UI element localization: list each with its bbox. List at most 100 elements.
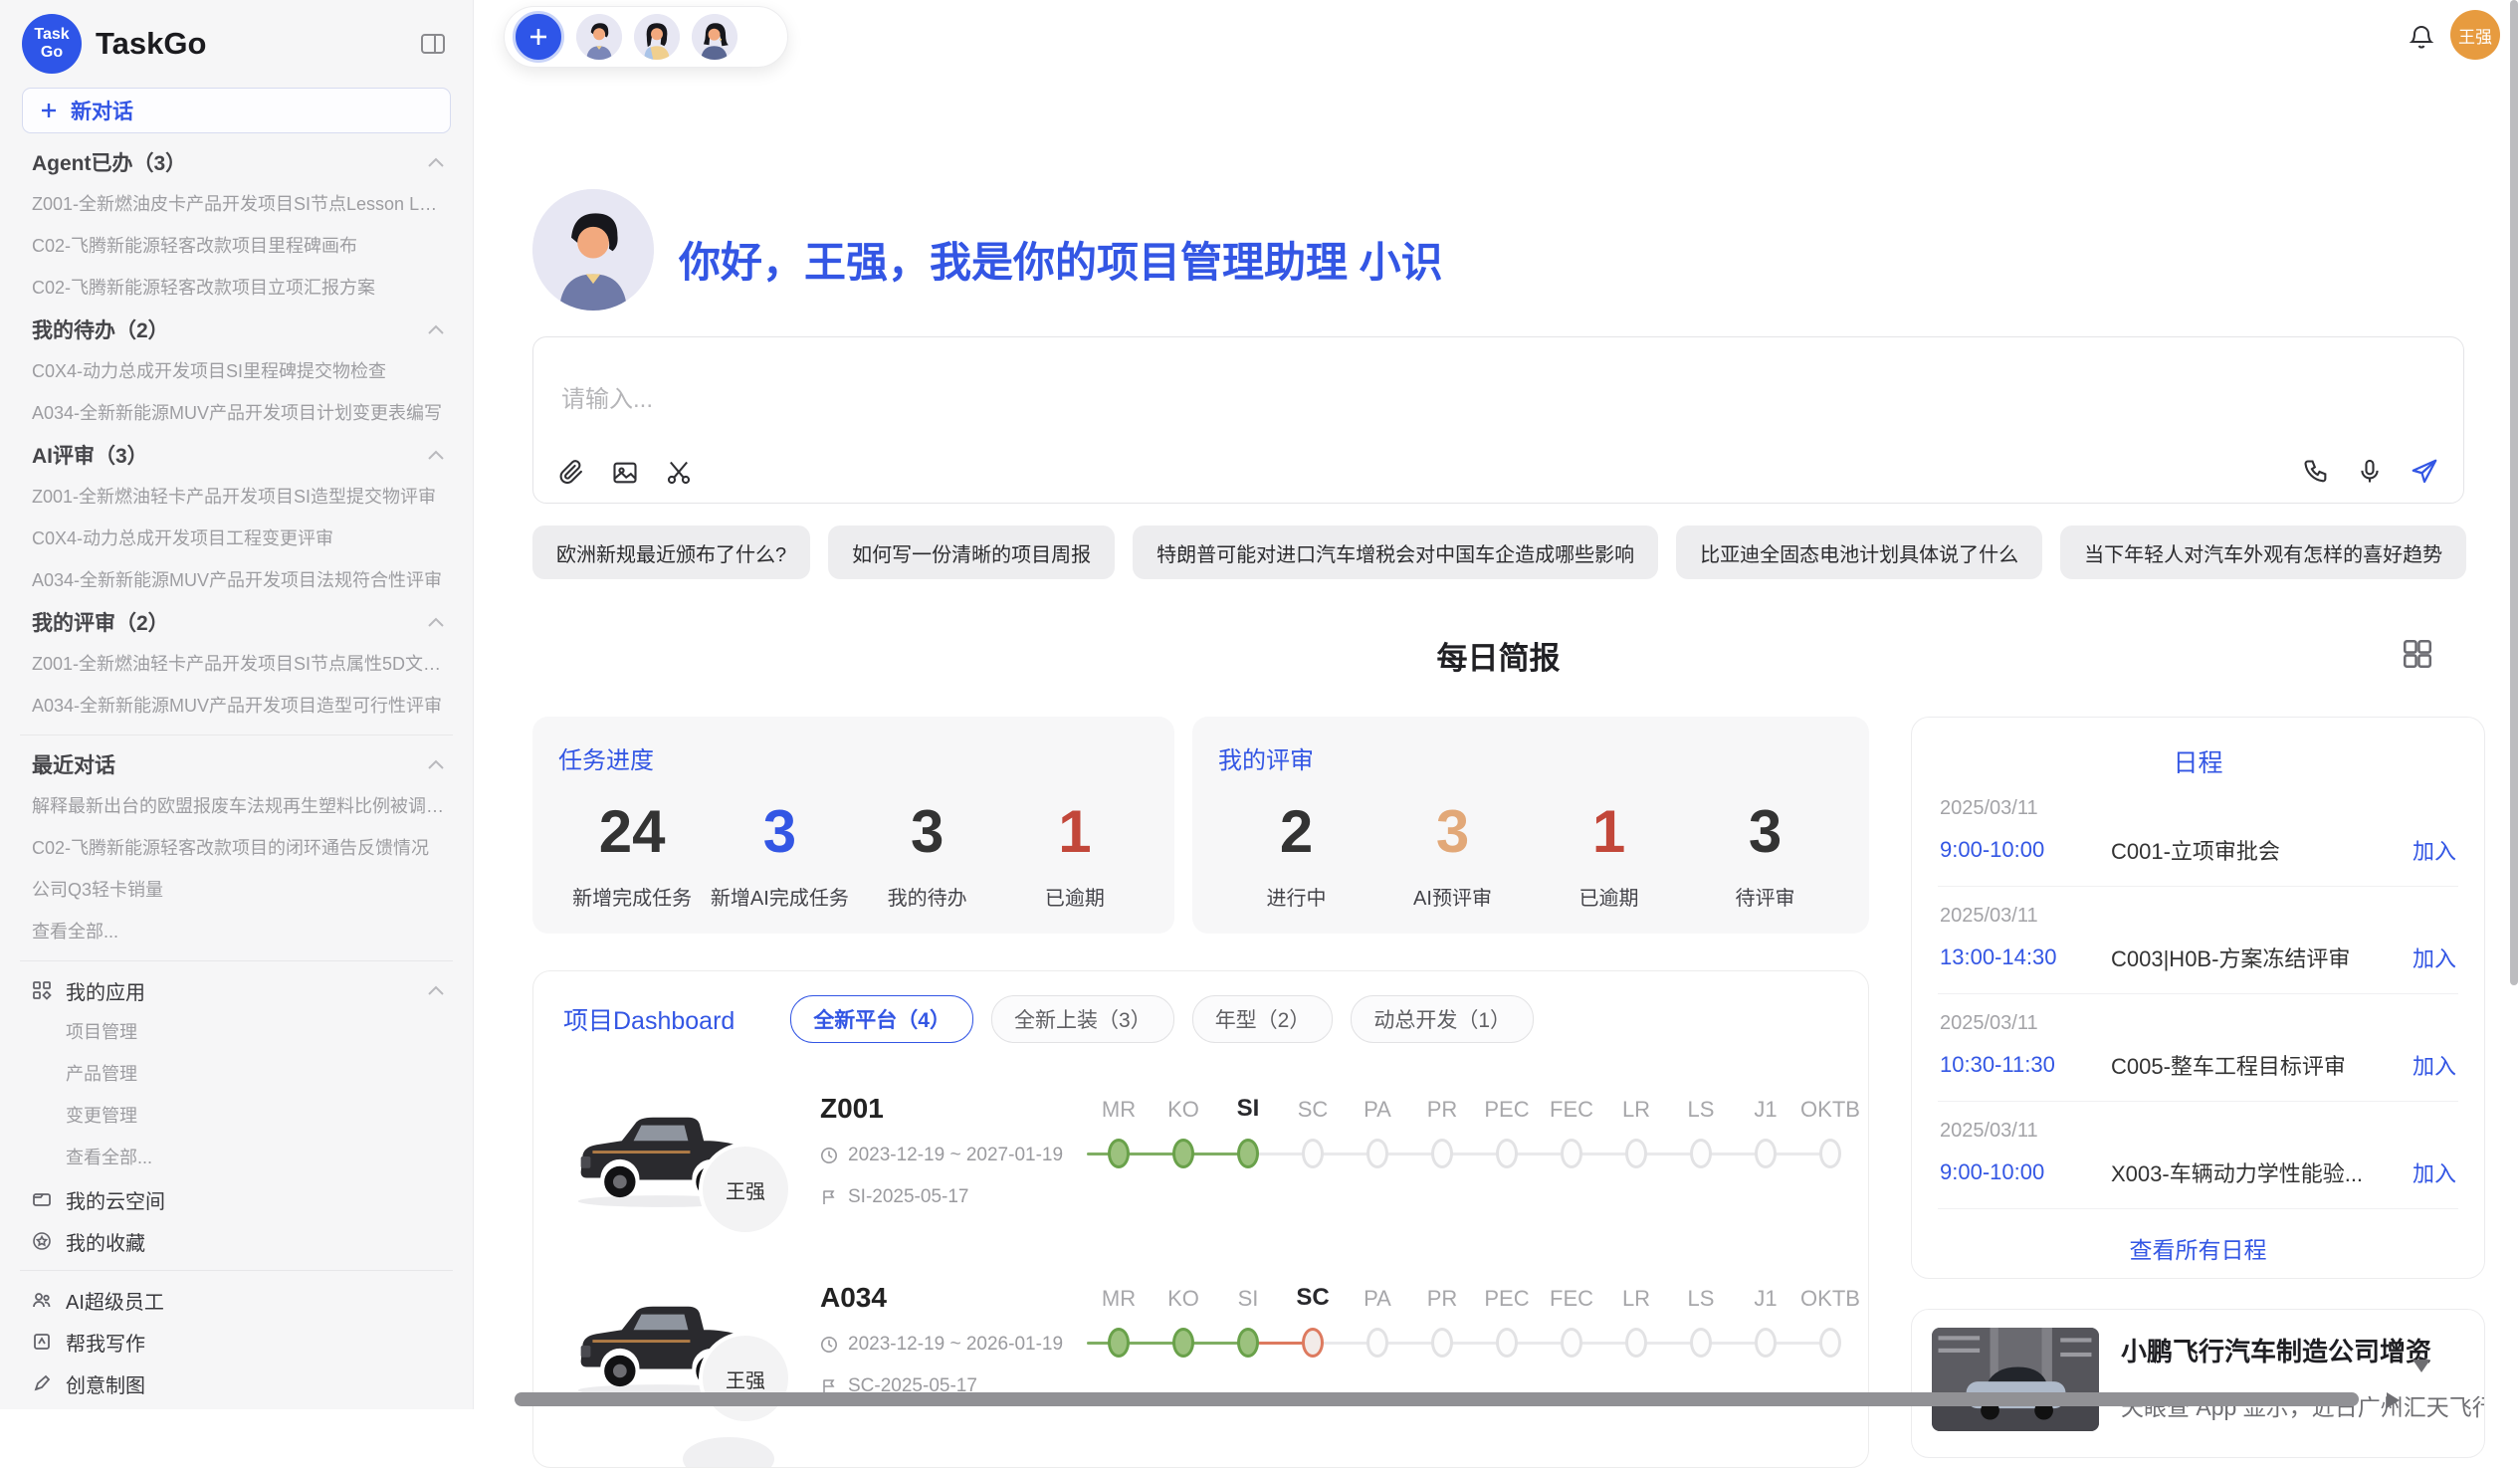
milestone-node [1561,1328,1582,1358]
list-item[interactable]: Z001-全新燃油轻卡产品开发项目SI造型提交物评审 [0,476,473,518]
tab-powertrain[interactable]: 动总开发（1） [1351,995,1534,1043]
milestone-node [1690,1139,1712,1168]
section-my-review[interactable]: 我的评审（2） [0,601,473,643]
suggestion-chip[interactable]: 特朗普可能对进口汽车增税会对中国车企造成哪些影响 [1133,525,1658,579]
metric-value: 24 [558,797,706,866]
news-card[interactable]: 小鹏飞行汽车制造公司增资 天眼查 App 显示，近日广州汇天飞行汽... [1911,1309,2485,1458]
milestone-label: PA [1346,1286,1409,1312]
milestone-node [1172,1328,1194,1358]
metric-label: 进行中 [1218,882,1374,911]
schedule-date: 2025/03/11 [1940,905,2456,928]
chevron-up-icon [427,984,445,996]
card-title: 我的评审 [1218,740,1843,775]
tab-new-body[interactable]: 全新上装（3） [991,995,1174,1043]
metric-label: AI预评审 [1374,882,1531,911]
list-item[interactable]: C0X4-动力总成开发项目工程变更评审 [0,518,473,559]
divider [20,960,453,961]
suggestion-chip[interactable]: 如何写一份清晰的项目周报 [828,525,1115,579]
send-icon[interactable] [2410,457,2439,487]
milestone-label: MR [1087,1286,1151,1312]
metric: 1 已逾期 [1001,797,1149,911]
sidebar-item-cloud-space[interactable]: 我的云空间 [0,1178,473,1220]
suggestion-chip[interactable]: 当下年轻人对汽车外观有怎样的喜好趋势 [2060,525,2466,579]
section-title: 最近对话 [32,749,115,779]
join-link[interactable]: 加入 [2413,1049,2456,1081]
horizontal-scrollbar[interactable] [515,1392,2359,1406]
section-my-apps[interactable]: 我的应用 [0,969,473,1011]
section-agent-done[interactable]: Agent已办（3） [0,141,473,183]
vertical-scrollbar[interactable] [2510,0,2518,985]
milestone-node [1496,1328,1518,1358]
new-chat-button[interactable]: 新对话 [22,88,451,133]
project-row[interactable]: 王强 A034 2023-12-19 ~ 2026-01-19 SC-2025-… [563,1274,1838,1433]
milestone-node-overdue [1302,1328,1324,1358]
list-item[interactable]: Z001-全新燃油皮卡产品开发项目SI节点Lesson Learn报告 [0,183,473,225]
collapse-sidebar-icon[interactable] [419,30,447,58]
avatar[interactable] [576,14,622,60]
avatar[interactable] [692,14,737,60]
sidebar-item-product-mgmt[interactable]: 产品管理 [0,1053,473,1095]
section-title: AI评审（3） [32,440,148,470]
sidebar-item-change-mgmt[interactable]: 变更管理 [0,1095,473,1137]
view-all-schedule-link[interactable]: 查看所有日程 [1938,1231,2458,1265]
metric-label: 待评审 [1687,882,1843,911]
join-link[interactable]: 加入 [2413,1156,2456,1188]
avatar[interactable] [634,14,680,60]
milestone-node [1237,1139,1259,1168]
attachment-icon[interactable] [557,459,585,487]
sidebar-item-ai-super-staff[interactable]: AI超级员工 [0,1279,473,1321]
chat-input[interactable] [559,385,2255,415]
milestone-node [1366,1139,1388,1168]
chevron-up-icon [427,156,445,168]
list-item[interactable]: C02-飞腾新能源轻客改款项目的闭环通告反馈情况 [0,827,473,869]
notifications-bell-icon[interactable] [2407,22,2436,52]
sidebar-item-project-mgmt[interactable]: 项目管理 [0,1011,473,1053]
section-my-todo[interactable]: 我的待办（2） [0,309,473,350]
user-avatar[interactable]: 王强 [2450,10,2500,60]
tab-model-year[interactable]: 年型（2） [1192,995,1334,1043]
section-ai-review[interactable]: AI评审（3） [0,434,473,476]
milestone-node [1237,1328,1259,1358]
sidebar-item-favorites[interactable]: 我的收藏 [0,1220,473,1262]
metric: 1 已逾期 [1531,797,1687,911]
list-item[interactable]: A034-全新新能源MUV产品开发项目造型可行性评审 [0,685,473,727]
list-item[interactable]: A034-全新新能源MUV产品开发项目计划变更表编写 [0,392,473,434]
sidebar-item-help-write[interactable]: 帮我写作 [0,1321,473,1363]
project-milestone-date: SI-2025-05-17 [848,1186,968,1208]
apps-grid-icon [32,980,52,1000]
scroll-down-arrow-icon[interactable] [2413,1360,2430,1372]
chevron-up-icon [427,449,445,461]
divider [20,734,453,735]
suggestion-chip[interactable]: 欧洲新规最近颁布了什么? [532,525,810,579]
scissors-icon[interactable] [665,459,693,487]
project-row[interactable]: 王强 Z001 2023-12-19 ~ 2027-01-19 SI-2025-… [563,1085,1838,1244]
new-chat-label: 新对话 [71,96,133,125]
list-item[interactable]: Z001-全新燃油轻卡产品开发项目SI节点属性5D文件评审 [0,643,473,685]
schedule-title: 日程 [1938,743,2458,779]
list-item[interactable]: C02-飞腾新能源轻客改款项目里程碑画布 [0,225,473,267]
view-all-chats[interactable]: 查看全部... [0,911,473,952]
tab-new-platform[interactable]: 全新平台（4） [790,995,973,1043]
microphone-icon[interactable] [2356,458,2384,486]
suggestion-chip[interactable]: 比亚迪全固态电池计划具体说了什么 [1676,525,2042,579]
list-item[interactable]: 公司Q3轻卡销量 [0,869,473,911]
join-link[interactable]: 加入 [2413,942,2456,973]
view-all-apps[interactable]: 查看全部... [0,1137,473,1178]
chevron-up-icon [427,758,445,770]
section-recent-chats[interactable]: 最近对话 [0,743,473,785]
schedule-item: 2025/03/11 13:00-14:30 C003|H0B-方案冻结评审 加… [1938,887,2458,994]
join-link[interactable]: 加入 [2413,834,2456,866]
sidebar-item-creative-draw[interactable]: 创意制图 [0,1363,473,1404]
app-logo: Task Go [22,14,82,74]
metric: 3 我的待办 [854,797,1001,911]
scroll-right-arrow-icon[interactable] [2387,1392,2400,1408]
image-icon[interactable] [611,459,639,487]
list-item[interactable]: C02-飞腾新能源轻客改款项目立项汇报方案 [0,267,473,309]
list-item[interactable]: 解释最新出台的欧盟报废车法规再生塑料比例被调至15%... [0,785,473,827]
phone-icon[interactable] [2302,458,2330,486]
list-item[interactable]: A034-全新新能源MUV产品开发项目法规符合性评审 [0,559,473,601]
layout-grid-icon[interactable] [2401,637,2434,671]
chevron-up-icon [427,323,445,335]
add-agent-button[interactable] [513,11,564,63]
list-item[interactable]: C0X4-动力总成开发项目SI里程碑提交物检查 [0,350,473,392]
